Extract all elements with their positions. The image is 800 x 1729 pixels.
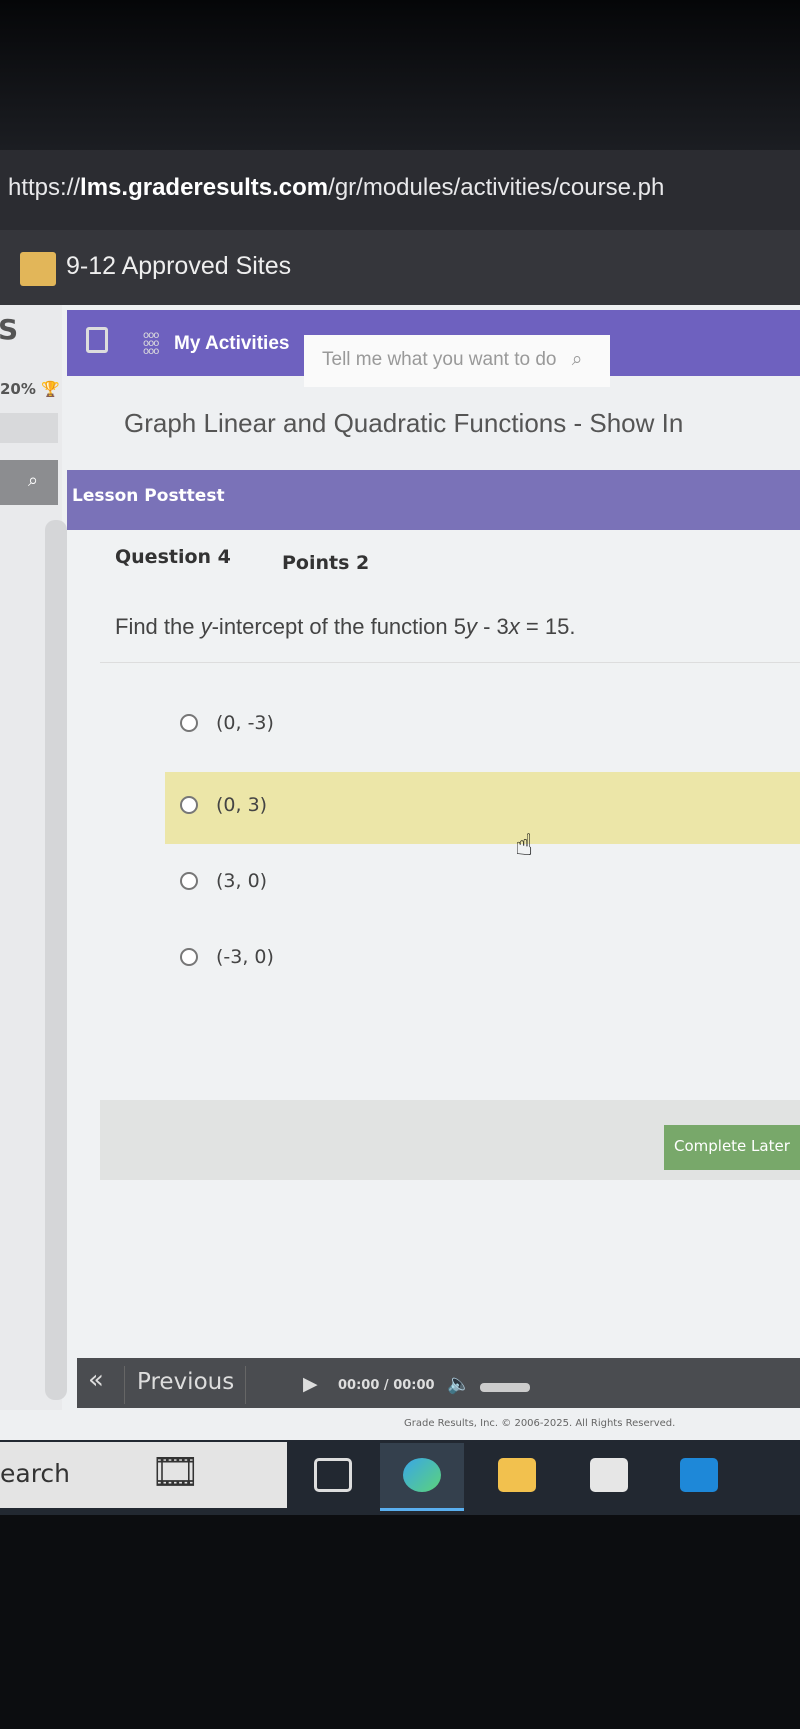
copyright: Grade Results, Inc. © 2006-2025. All Rig… — [404, 1418, 676, 1429]
question-text: Find the y-intercept of the function 5y … — [115, 614, 576, 639]
divider — [100, 662, 800, 663]
edge-icon[interactable] — [403, 1458, 441, 1492]
url-prefix: https:// — [8, 174, 81, 201]
answer-option[interactable]: (3, 0) — [165, 848, 800, 920]
search-highlight-icon: 🎞 — [150, 1449, 201, 1495]
play-icon[interactable]: ▶ — [303, 1373, 318, 1395]
mail-icon[interactable] — [680, 1458, 718, 1492]
dark-bezel — [0, 0, 800, 160]
address-bar[interactable]: https://lms.graderesults.com/gr/modules/… — [0, 150, 800, 230]
complete-later-button[interactable]: Complete Later — [664, 1125, 800, 1170]
menu-icon[interactable] — [86, 327, 108, 353]
scrollbar[interactable] — [45, 520, 67, 1400]
bookmarks-bar: 9-12 Approved Sites — [0, 230, 800, 305]
hand-cursor-icon: ☝ — [515, 828, 534, 863]
time-display: 00:00 / 00:00 — [338, 1378, 435, 1393]
volume-icon[interactable]: 🔈 — [447, 1372, 471, 1395]
section-header: Lesson Posttest — [67, 470, 800, 530]
search-icon: ⌕ — [571, 349, 583, 370]
trophy-icon: 🏆 — [41, 380, 60, 398]
store-icon[interactable] — [590, 1458, 628, 1492]
radio-button[interactable] — [180, 948, 198, 966]
my-activities-link[interactable]: My Activities — [174, 333, 289, 355]
progress-percent: 20% 🏆 — [0, 380, 60, 398]
answer-option[interactable]: (-3, 0) — [165, 924, 800, 996]
url-path: /gr/modules/activities/course.ph — [328, 174, 665, 201]
radio-button[interactable] — [180, 796, 198, 814]
logo-fragment: S — [0, 313, 19, 346]
sidebar-bar — [0, 413, 58, 443]
sidebar: S 20% 🏆 ⌕ — [0, 305, 67, 1410]
question-points: Points 2 — [282, 552, 370, 574]
taskbar-search[interactable]: earch 🎞 — [0, 1442, 287, 1508]
url-domain: lms.graderesults.com — [80, 174, 329, 201]
radio-button[interactable] — [180, 714, 198, 732]
radio-button[interactable] — [180, 872, 198, 890]
double-chevron-left-icon[interactable]: « — [88, 1365, 104, 1395]
previous-button[interactable]: Previous — [124, 1366, 246, 1404]
answer-option-highlighted[interactable]: (0, 3) — [165, 772, 800, 844]
volume-slider[interactable] — [480, 1383, 530, 1392]
bookmark-folder-label[interactable]: 9-12 Approved Sites — [66, 252, 291, 280]
search-input[interactable]: Tell me what you want to do ⌕ — [304, 335, 610, 387]
apps-grid-icon: ooo ooo ooo — [143, 330, 159, 357]
file-explorer-icon[interactable] — [498, 1458, 536, 1492]
page-title: Graph Linear and Quadratic Functions - S… — [124, 408, 684, 438]
task-view-icon[interactable] — [314, 1458, 352, 1492]
search-icon[interactable]: ⌕ — [0, 460, 58, 505]
folder-icon — [20, 252, 56, 286]
question-number: Question 4 — [115, 546, 231, 568]
answer-option[interactable]: (0, -3) — [165, 690, 800, 762]
